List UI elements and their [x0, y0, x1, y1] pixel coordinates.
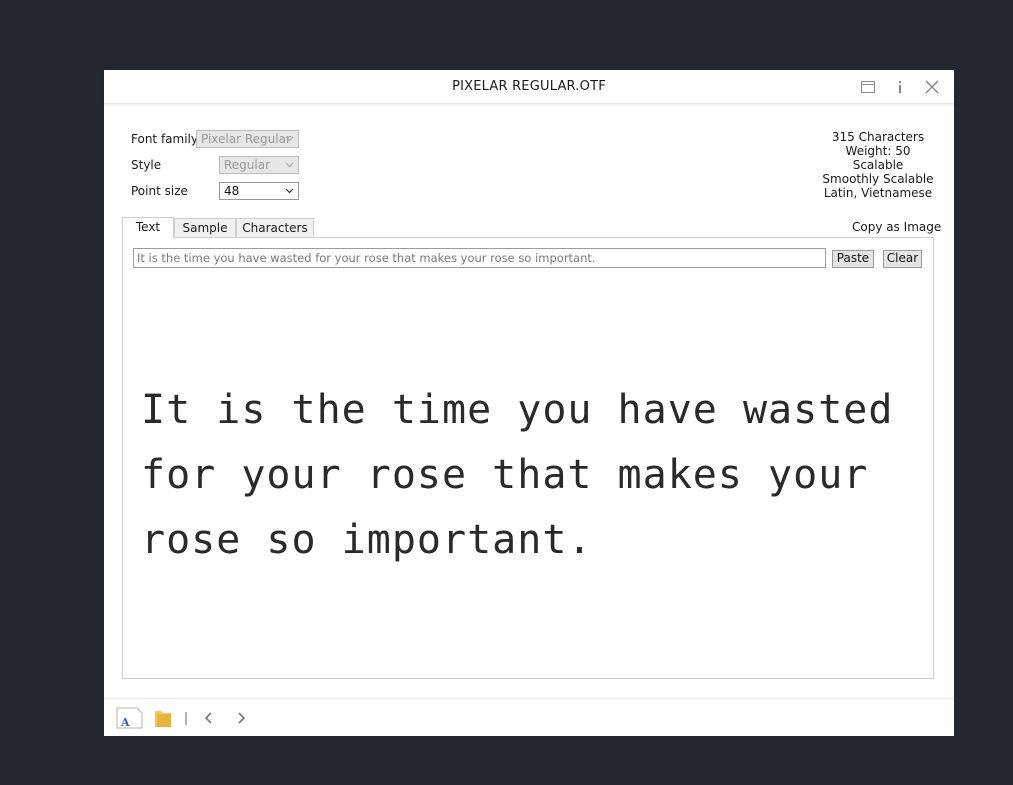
tab-text[interactable]: Text [122, 217, 174, 239]
text-tab-panel: It is the time you have wasted for your … [122, 237, 934, 679]
preview-text-input[interactable]: It is the time you have wasted for your … [133, 248, 826, 268]
chevron-left-icon[interactable] [202, 710, 216, 730]
style-value: Regular [224, 158, 271, 172]
font-family-label: Font family [131, 132, 198, 146]
chevron-down-icon [285, 188, 294, 194]
point-size-label: Point size [131, 184, 188, 198]
style-label: Style [131, 158, 162, 172]
clear-button[interactable]: Clear [883, 250, 922, 268]
title-bar: PIXELAR REGULAR.OTF [104, 70, 954, 104]
font-preview: It is the time you have wasted for your … [141, 378, 894, 573]
svg-text:.: . [129, 721, 131, 728]
chevron-down-icon [285, 136, 294, 142]
preview-line: for your rose that makes your [141, 452, 869, 498]
style-select[interactable]: Regular [219, 156, 299, 174]
font-family-select[interactable]: Pixelar Regular [196, 130, 299, 148]
panel-icon[interactable] [859, 78, 877, 96]
preview-line: rose so important. [141, 517, 593, 563]
close-icon[interactable] [923, 78, 941, 96]
preview-line: It is the time you have wasted [141, 387, 894, 433]
info-icon[interactable] [891, 78, 909, 96]
font-viewer-window: PIXELAR REGULAR.OTF Font family Pixelar … [104, 70, 954, 736]
point-size-select[interactable]: 48 [219, 182, 299, 200]
supported-scripts: Latin, Vietnamese [823, 186, 933, 200]
paste-button[interactable]: Paste [832, 250, 874, 268]
point-size-value: 48 [224, 184, 240, 198]
tab-sample[interactable]: Sample [174, 218, 236, 239]
scalable-flag: Scalable [852, 158, 904, 172]
font-file-icon[interactable]: A . [116, 707, 144, 733]
window-title: PIXELAR REGULAR.OTF [452, 79, 606, 94]
status-bar: A . [104, 698, 954, 736]
font-weight: Weight: 50 [845, 144, 911, 158]
tab-characters[interactable]: Characters [236, 218, 314, 239]
chevron-down-icon [285, 162, 294, 168]
font-info: 315 Characters Weight: 50 Scalable Smoot… [816, 130, 940, 200]
divider [184, 710, 188, 730]
copy-as-image-link[interactable]: Copy as Image [852, 220, 941, 234]
char-count: 315 Characters [831, 130, 925, 144]
folder-icon[interactable] [154, 708, 172, 732]
smooth-scalable-flag: Smoothly Scalable [822, 172, 934, 186]
chevron-right-icon[interactable] [234, 710, 248, 730]
font-family-value: Pixelar Regular [201, 132, 291, 146]
